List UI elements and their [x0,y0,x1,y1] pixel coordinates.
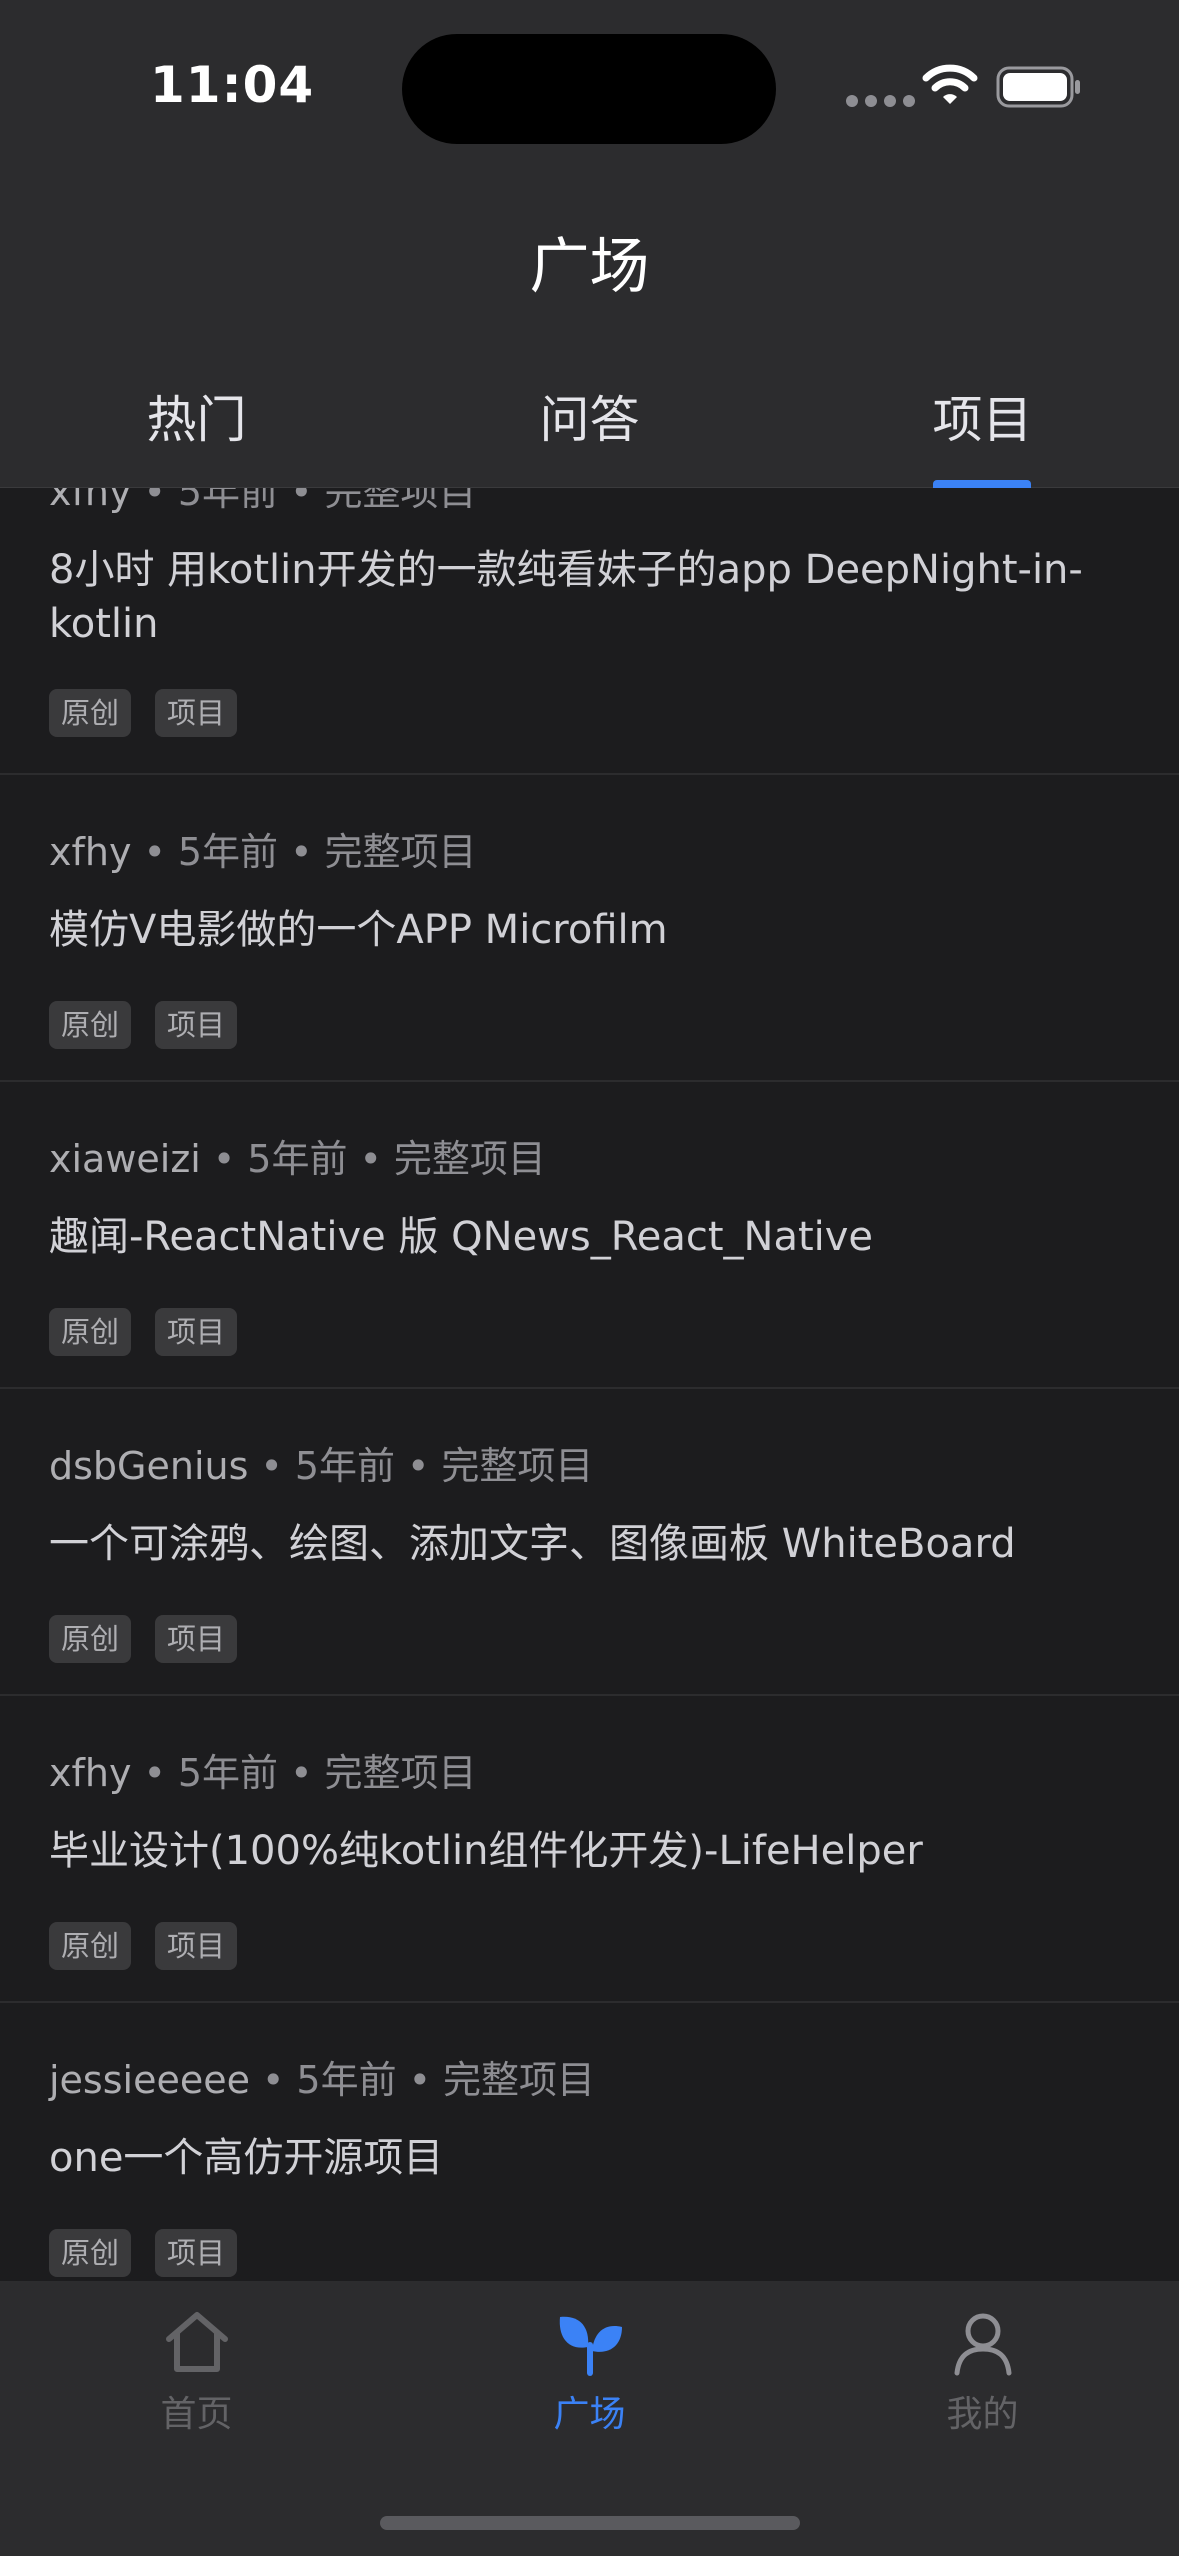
tabbar-label: 广场 [553,2394,626,2435]
item-time: 5年前 [247,1137,348,1181]
separator-dot: • [143,830,166,874]
tag-project: 项目 [155,1308,238,1356]
item-time: 5年前 [296,2058,397,2102]
list-item[interactable]: xfhy • 5年前 • 完整项目 模仿V电影做的一个APP Microfilm 原创 … [0,775,1179,1082]
item-meta: xfhy • 5年前 • 完整项目 [49,821,477,876]
list-item[interactable]: jessieeeee • 5年前 • 完整项目 one一个高仿开源项目 原创 项目 [0,2003,1179,2310]
item-meta: xiaweizi • 5年前 • 完整项目 [49,1128,546,1183]
item-time: 5年前 [177,1751,279,1795]
battery-icon [996,66,1080,108]
item-author[interactable]: xfhy [49,830,131,874]
tag-project: 项目 [155,2229,238,2277]
tag-project: 项目 [155,1001,238,1049]
separator-dot: • [408,2058,432,2102]
tabbar-label: 首页 [160,2394,233,2435]
item-author[interactable]: xiaweizi [49,1137,201,1181]
tag-original: 原创 [49,1308,132,1356]
tag-original: 原创 [49,2229,132,2277]
item-category: 完整项目 [324,830,477,874]
home-icon [165,2312,228,2372]
active-tab-indicator [933,480,1031,488]
separator-dot: • [212,1137,236,1181]
list-item[interactable]: dsbGenius • 5年前 • 完整项目 一个可涂鸦、绘图、添加文字、图像画板 Wh… [0,1389,1179,1696]
item-category: 完整项目 [443,2058,596,2102]
tab-qa[interactable]: 问答 [393,380,786,452]
tag-project: 项目 [155,1922,238,1970]
person-icon [954,2313,1011,2376]
dynamic-island [402,34,776,144]
tab-project[interactable]: 项目 [786,380,1179,452]
header: 11:04 广场 热门 问答 项目 [0,0,1179,488]
page-title: 广场 [529,232,650,302]
item-time: 5年前 [177,830,279,874]
sprout-icon [559,2316,622,2376]
tag-project: 项目 [155,1615,238,1663]
separator-dot: • [290,1751,313,1795]
separator-dot: • [261,2058,285,2102]
separator-dot: • [260,1444,283,1488]
separator-dot: • [143,1751,166,1795]
separator-dot: • [407,1444,430,1488]
tag-original: 原创 [49,1922,132,1970]
status-time: 11:04 [150,56,315,114]
item-tags: 原创 项目 [49,1308,238,1356]
tabbar-label: 我的 [946,2394,1019,2435]
signal-icon [846,95,915,107]
item-tags: 原创 项目 [49,2229,238,2277]
tabbar-item-mine[interactable]: 我的 [786,2307,1179,2437]
tag-project: 项目 [155,689,238,737]
item-category: 完整项目 [324,1751,477,1795]
tabbar-item-home[interactable]: 首页 [0,2307,393,2437]
item-title[interactable]: one一个高仿开源项目 [49,2131,1139,2185]
list-item[interactable]: xfhy • 5年前 • 完整项目 毕业设计(100%纯kotlin组件化开发)-Lif… [0,1696,1179,2003]
item-title[interactable]: 一个可涂鸦、绘图、添加文字、图像画板 WhiteBoard [49,1517,1139,1571]
wifi-icon [922,64,978,104]
separator-dot: • [290,830,313,874]
item-tags: 原创 项目 [49,1615,238,1663]
home-indicator[interactable] [380,2516,800,2530]
item-meta: dsbGenius • 5年前 • 完整项目 [49,1435,593,1490]
tabbar-item-square[interactable]: 广场 [393,2307,786,2437]
item-author[interactable]: jessieeeee [49,2058,250,2102]
tag-original: 原创 [49,1615,132,1663]
item-category: 完整项目 [393,1137,546,1181]
item-author[interactable]: xfhy [49,1751,131,1795]
item-meta: xfhy • 5年前 • 完整项目 [49,1742,477,1797]
segment-tabs: 热门 问答 项目 [0,370,1179,488]
item-title[interactable]: 毕业设计(100%纯kotlin组件化开发)-LifeHelper [49,1824,1139,1878]
separator-dot: • [359,1137,382,1181]
item-title[interactable]: 模仿V电影做的一个APP Microfilm [49,903,1139,957]
item-title[interactable]: 8小时 用kotlin开发的一款纯看妹子的app DeepNight-in-ko… [49,543,1139,651]
item-author[interactable]: dsbGenius [49,1444,248,1488]
tag-original: 原创 [49,689,132,737]
list-item[interactable]: xiaweizi • 5年前 • 完整项目 趣闻-ReactNative 版 QNews… [0,1082,1179,1389]
item-tags: 原创 项目 [49,1001,238,1049]
item-title[interactable]: 趣闻-ReactNative 版 QNews_React_Native [49,1210,1139,1264]
app-screen: xfhy • 5年前 • 完整项目 8小时 用kotlin开发的一款纯看妹子的app D… [0,0,1179,2556]
tag-original: 原创 [49,1001,132,1049]
item-tags: 原创 项目 [49,689,238,737]
tab-hot[interactable]: 热门 [0,380,393,452]
bottom-tab-bar: 首页 广场 我的 [0,2281,1179,2556]
item-meta: jessieeeee • 5年前 • 完整项目 [49,2049,595,2104]
item-time: 5年前 [294,1444,395,1488]
item-category: 完整项目 [441,1444,594,1488]
item-tags: 原创 项目 [49,1922,238,1970]
project-list[interactable]: xfhy • 5年前 • 完整项目 8小时 用kotlin开发的一款纯看妹子的app D… [0,415,1179,2310]
